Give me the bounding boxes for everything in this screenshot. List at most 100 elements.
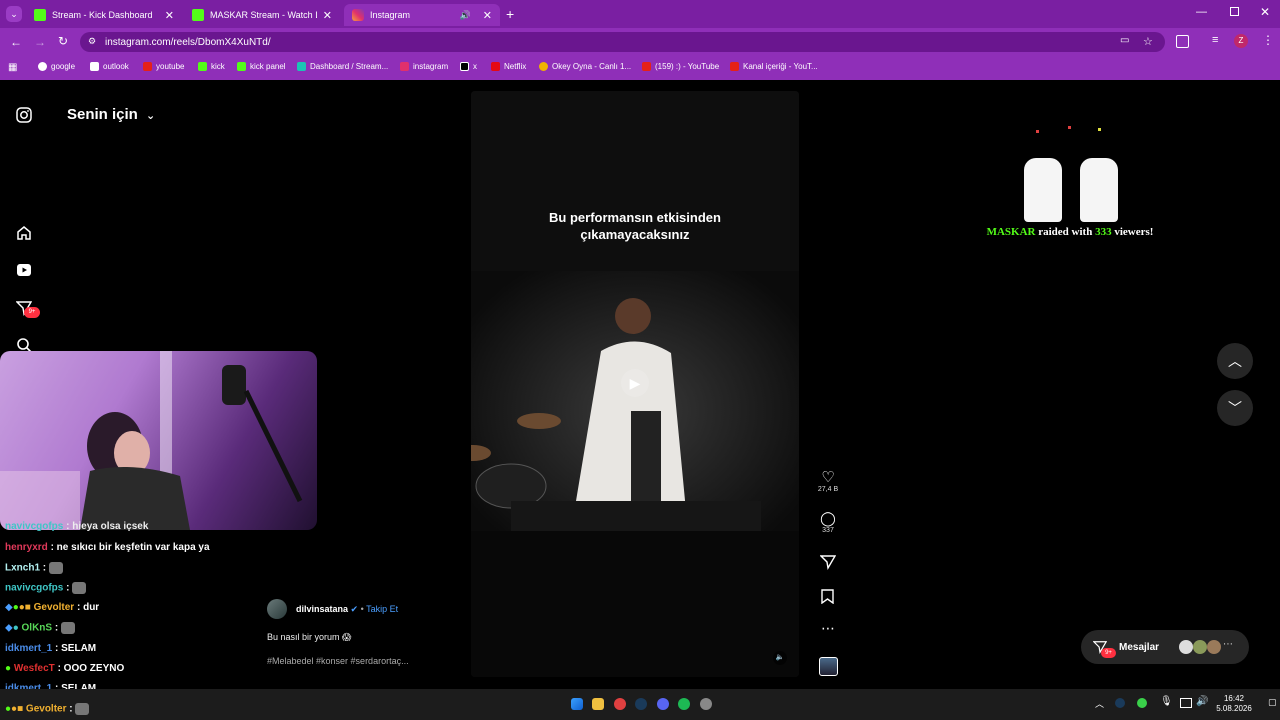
bookmark-icon[interactable] [821,589,834,604]
reload-icon[interactable]: ↻ [58,34,68,48]
close-icon[interactable]: ✕ [323,9,332,22]
bookmark-x[interactable]: x [460,62,477,71]
more-icon: ⋯ [1223,639,1233,650]
profile-avatar[interactable]: Z [1234,34,1248,48]
tab-kick-dashboard[interactable]: Stream - Kick Dashboard ✕ [26,4,182,26]
close-icon[interactable]: ✕ [483,9,492,22]
cast-icon[interactable]: ▭ [1120,35,1129,46]
close-window-button[interactable]: ✕ [1260,5,1270,19]
green-status-icon[interactable] [1137,698,1147,708]
like-count: 27,4 B [817,486,839,493]
bookmark-dashboard[interactable]: Dashboard / Stream... [297,62,388,71]
bookmark-label: google [51,62,76,71]
settings-icon[interactable] [700,698,712,710]
site-info-icon[interactable]: ⚙ [88,36,96,47]
badge-icon: ● [12,622,19,634]
star-icon[interactable]: ☆ [1143,35,1153,48]
mute-icon[interactable]: 🔈 [773,651,787,665]
bookmark-kanal[interactable]: Kanal içeriği - YouT... [730,62,818,71]
chat-username: henryxrd [5,542,48,553]
youtube-icon [143,62,152,71]
discord-icon[interactable] [657,698,669,710]
chrome-icon[interactable] [614,698,626,710]
file-explorer-icon[interactable] [592,698,604,710]
follow-button[interactable]: Takip Et [366,604,398,614]
chevron-down-icon: ⌄ [146,110,156,122]
youtube-icon [730,62,739,71]
restore-button[interactable] [1230,7,1239,16]
reels-icon[interactable] [16,262,32,278]
bookmark-label: Netflix [504,62,527,71]
bookmark-netflix[interactable]: Netflix [491,62,526,71]
extensions-icon[interactable] [1176,35,1189,48]
bookmark-kick-panel[interactable]: kick panel [237,62,286,71]
messages-badge: 9+ [1101,648,1116,658]
browser-toolbar: ← → ↻ ⚙ instagram.com/reels/DbomX4XuNTd/… [0,28,1280,56]
audio-thumbnail[interactable] [819,657,838,676]
more-icon[interactable]: ⋯ [821,620,835,637]
apps-icon[interactable]: ▦ [8,62,17,73]
back-icon[interactable]: ← [10,35,22,49]
instagram-logo-icon[interactable] [16,107,32,123]
reading-list-icon[interactable]: ≡ [1212,34,1218,46]
comment-button[interactable]: ◯ 337 [816,510,840,534]
share-icon[interactable] [820,554,836,570]
tray-chevron-icon[interactable]: ︿ [1095,697,1104,710]
url-field[interactable]: ⚙ instagram.com/reels/DbomX4XuNTd/ ▭ ☆ [80,32,1165,52]
feed-selector[interactable]: Senin için ⌄ [67,106,155,123]
bookmark-label: Dashboard / Stream... [310,62,389,71]
forward-icon[interactable]: → [34,35,46,49]
minimize-button[interactable]: — [1196,6,1207,18]
tab-maskar-stream[interactable]: MASKAR Stream - Watch Live o ✕ [184,4,340,26]
close-icon[interactable]: ✕ [165,9,174,22]
bookmark-google[interactable]: google [38,62,75,71]
previous-reel-button[interactable]: ︿ [1217,343,1253,379]
reel-video[interactable]: Bu performansın etkisinden çıkamayacaksı… [471,91,799,677]
chat-text: : SELAM [55,643,97,654]
messages-pill[interactable]: 9+ Mesajlar ⋯ [1081,630,1249,664]
reel-hashtags[interactable]: #Melabedel #konser #serdarortaç... [267,656,409,666]
mic-icon[interactable]: 🎙 [1160,696,1173,707]
chat-message: ◆● OlKnS : [5,622,75,634]
avatar [1179,640,1193,654]
chat-text: : OOO ZEYNO [57,663,125,674]
bookmark-outlook[interactable]: outlook [90,62,129,71]
volume-icon[interactable]: 🔊 [1196,696,1208,707]
google-icon [38,62,47,71]
author-name[interactable]: dilvinsatana [296,604,348,614]
chat-text: : [69,703,73,715]
emote-icon [72,582,87,594]
tab-search-button[interactable]: ⌄ [6,6,22,22]
instagram-icon [352,9,364,21]
start-icon[interactable] [571,698,583,710]
reel-description: Bu nasıl bir yorum 😱 [267,632,352,642]
like-button[interactable]: ♡ 27,4 B [816,468,840,493]
bookmark-label: Okey Oyna - Canlı 1... [552,62,632,71]
clock[interactable]: 16:42 5.08.2026 [1214,694,1254,714]
steam-icon[interactable] [635,698,647,710]
next-reel-button[interactable]: ﹀ [1217,390,1253,426]
menu-icon[interactable]: ⋮ [1262,33,1274,47]
bookmark-youtube-159[interactable]: (159) :) - YouTube [642,62,719,71]
speaker-icon[interactable]: 🔊 [460,10,471,21]
chat-message: ◆●●■ Gevolter : dur [5,602,99,613]
chat-text: : ne sıkıcı bir keşfetin var kapa ya [50,542,210,553]
raid-text-2: viewers! [1114,226,1154,238]
badge-icon: ◆ [5,622,13,634]
bookmark-kick[interactable]: kick [198,62,225,71]
chat-username: WesfecT [13,663,55,674]
bookmark-youtube[interactable]: youtube [143,62,184,71]
play-icon[interactable]: ▶ [621,369,649,397]
steam-tray-icon[interactable] [1115,698,1125,708]
bookmark-okey[interactable]: Okey Oyna - Canlı 1... [539,62,631,71]
verified-icon: ✔ [350,604,359,614]
chat-message: ●●■ Gevolter : [5,703,90,715]
display-icon[interactable] [1180,698,1192,708]
bookmark-instagram[interactable]: instagram [400,62,448,71]
home-icon[interactable] [16,225,32,241]
new-tab-button[interactable]: + [506,6,514,22]
tab-instagram[interactable]: Instagram 🔊 ✕ [344,4,500,26]
author-avatar[interactable] [267,599,287,619]
notification-icon[interactable]: ▢ [1268,697,1277,708]
spotify-icon[interactable] [678,698,690,710]
